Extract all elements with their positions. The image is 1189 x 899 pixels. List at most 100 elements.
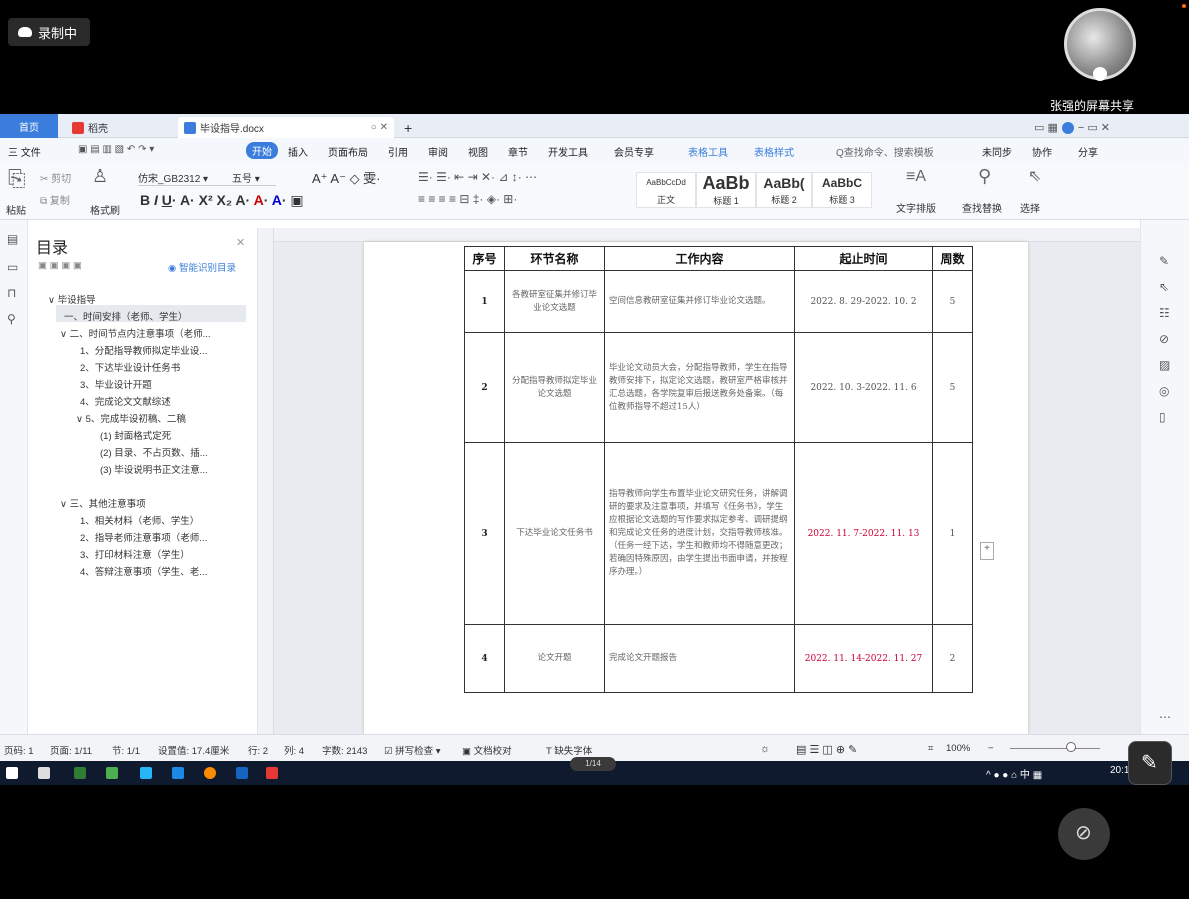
pen-icon[interactable]: ✎ <box>1159 254 1169 268</box>
settings-sliders-icon[interactable]: ☷ <box>1159 306 1170 320</box>
nav-item[interactable]: 1、分配指导教师拟定毕业设... <box>80 343 207 357</box>
text-layout-icon[interactable]: ≡A <box>906 168 926 186</box>
format-painter-icon[interactable]: ♙ <box>92 166 108 187</box>
nav-item[interactable]: ∨ 二、时间节点内注意事项（老师... <box>60 326 211 340</box>
presenter-avatar[interactable] <box>1064 8 1136 81</box>
location-icon[interactable]: ◎ <box>1159 384 1169 398</box>
style-heading1[interactable]: AaBb 标题 1 <box>696 172 756 208</box>
spell-check-toggle[interactable]: ☑ 拼写检查 ▾ <box>384 743 441 757</box>
cell-weeks[interactable]: 5 <box>932 332 973 443</box>
find-replace-button[interactable]: 查找替换 <box>962 200 1002 215</box>
quick-access-icons[interactable]: ▣ ▤ ▥ ▧ ↶ ↷ ▾ <box>78 144 154 155</box>
nav-item[interactable]: 3、毕业设计开题 <box>80 377 152 391</box>
cell-weeks[interactable]: 5 <box>932 270 973 333</box>
cell-weeks[interactable]: 2 <box>932 624 973 693</box>
system-tray[interactable]: ^ ● ● ⌂ 中 ▦ <box>986 766 1066 781</box>
nav-item[interactable]: 一、时间安排（老师、学生） <box>64 309 188 323</box>
menu-start[interactable]: 开始 <box>246 142 278 159</box>
taskbar-wps-icon[interactable] <box>266 767 278 779</box>
nav-item[interactable]: 3、打印材料注意（学生） <box>80 547 190 561</box>
cell-period[interactable]: 2022. 8. 29-2022. 10. 2 <box>794 270 933 333</box>
cell-period[interactable]: 2022. 11. 7-2022. 11. 13 <box>794 442 933 625</box>
schedule-table[interactable]: 序号 环节名称 工作内容 起止时间 周数 1 各教研室征集并修订毕业论文选题 空… <box>464 246 973 693</box>
menu-file[interactable]: 三 文件 <box>8 144 41 159</box>
tab-document[interactable]: 毕设指导.docx ○ ✕ <box>178 117 394 138</box>
zoom-slider-thumb[interactable] <box>1066 742 1076 752</box>
smart-toc-button[interactable]: ◉ 智能识别目录 <box>168 260 236 274</box>
taskbar-app-icon[interactable] <box>74 767 86 779</box>
tab-docer[interactable]: 稻壳 <box>66 117 176 138</box>
mute-mic-button[interactable]: ⊘ <box>1058 808 1110 860</box>
taskbar-app-icon[interactable] <box>172 767 184 779</box>
cell-content[interactable]: 毕业论文动员大会，分配指导教师，学生在指导教师安排下，拟定论文选题，教研室严格审… <box>604 332 795 443</box>
annotate-pen-button[interactable]: ✎ <box>1128 741 1172 785</box>
zoom-out-button[interactable]: − <box>988 743 994 754</box>
taskbar-app-icon[interactable] <box>38 767 50 779</box>
nav-item[interactable]: (2) 目录、不占页数、插... <box>100 445 208 459</box>
close-nav-icon[interactable]: ✕ <box>236 236 245 249</box>
list-tools[interactable]: ☰· ☰· ⇤ ⇥ ✕· ⊿ ↕· ⋯ <box>418 170 537 184</box>
window-controls[interactable]: ▭ ▦ − ▭ ✕ <box>1028 117 1116 138</box>
command-search[interactable]: Q查找命令、搜索模板 <box>836 144 934 159</box>
nav-item[interactable]: 4、完成论文文献综述 <box>80 394 171 408</box>
view-mode-icons[interactable]: ▤ ☰ ◫ ⊕ ✎ <box>796 743 857 756</box>
sync-status[interactable]: 未同步 <box>982 144 1012 159</box>
cut-button[interactable]: ✂ 剪切 <box>40 170 71 185</box>
cell-period[interactable]: 2022. 10. 3-2022. 11. 6 <box>794 332 933 443</box>
zoom-slider[interactable] <box>1010 748 1100 749</box>
collaborate-button[interactable]: 协作 <box>1032 144 1052 159</box>
taskbar-app-icon[interactable] <box>236 767 248 779</box>
menu-chapter[interactable]: 章节 <box>508 144 528 159</box>
cell-content[interactable]: 完成论文开题报告 <box>604 624 795 693</box>
style-heading2[interactable]: AaBb(标题 2 <box>756 172 812 208</box>
nav-item[interactable]: (3) 毕设说明书正文注意... <box>100 462 208 476</box>
nav-item[interactable]: 2、指导老师注意事项（老师... <box>80 530 207 544</box>
cell-content[interactable]: 指导教师向学生布置毕业论文研究任务，讲解调研的要求及注意事项，并填写《任务书》，… <box>604 442 795 625</box>
cell-stage[interactable]: 论文开题 <box>504 624 605 693</box>
font-size-tools[interactable]: A⁺ A⁻ ◇ 雯· <box>312 168 381 187</box>
tab-home[interactable]: 首页 <box>0 114 58 138</box>
search-panel-icon[interactable]: ⚲ <box>7 312 16 326</box>
text-layout-button[interactable]: 文字排版 <box>896 200 936 215</box>
missing-font-button[interactable]: T 缺失字体 <box>546 743 592 757</box>
toc-panel-icon[interactable]: ▤ <box>7 232 18 246</box>
nav-item[interactable]: (1) 封面格式定死 <box>100 428 171 442</box>
select-button[interactable]: 选择 <box>1020 200 1040 215</box>
menu-review[interactable]: 审阅 <box>428 144 448 159</box>
nav-item[interactable]: ∨ 毕设指导 <box>48 292 96 306</box>
cell-stage[interactable]: 各教研室征集并修订毕业论文选题 <box>504 270 605 333</box>
nav-item[interactable]: 4、答辩注意事项（学生、老... <box>80 564 207 578</box>
search-icon[interactable]: ⚲ <box>978 166 991 187</box>
add-column-button[interactable]: + <box>980 542 994 560</box>
paragraph-tools[interactable]: ≡ ≡ ≡ ≡ ⊟ ‡· ◈· ⊞· <box>418 192 517 206</box>
zoom-fit-icon[interactable]: ⌗ <box>928 743 933 754</box>
font-select[interactable]: 仿宋_GB2312 ▾ <box>138 170 234 186</box>
share-button[interactable]: 分享 <box>1078 144 1098 159</box>
new-tab-icon[interactable]: + <box>398 117 418 138</box>
bookmark-icon[interactable]: ⊓ <box>7 286 16 300</box>
recording-indicator[interactable]: 录制中 <box>8 18 90 46</box>
menu-insert[interactable]: 插入 <box>288 144 308 159</box>
nav-item[interactable]: 2、下达毕业设计任务书 <box>80 360 180 374</box>
close-tab-icon[interactable]: ○ ✕ <box>371 122 388 133</box>
taskbar-app-icon[interactable] <box>204 767 216 779</box>
select-cursor-icon[interactable]: ⇖ <box>1028 166 1041 186</box>
help-icon[interactable]: ⊘ <box>1159 332 1169 346</box>
copy-button[interactable]: ⧉ 复制 <box>40 192 70 207</box>
cell-stage[interactable]: 分配指导教师拟定毕业论文选题 <box>504 332 605 443</box>
nav-item[interactable]: ∨ 5、完成毕设初稿、二稿 <box>76 411 186 425</box>
layout-icon[interactable]: ▯ <box>1159 410 1166 424</box>
nav-level-buttons[interactable]: ▣ ▣ ▣ ▣ <box>38 260 82 271</box>
taskbar-app-icon[interactable] <box>106 767 118 779</box>
pointer-icon[interactable]: ⇖ <box>1159 280 1169 294</box>
menu-view[interactable]: 视图 <box>468 144 488 159</box>
paste-icon[interactable]: ⎘ <box>8 166 26 192</box>
font-format-tools[interactable]: B I U· A· X² X₂ A· A· A· ▣ <box>140 192 304 209</box>
menu-references[interactable]: 引用 <box>388 144 408 159</box>
nav-item[interactable]: ∨ 三、其他注意事项 <box>60 496 146 510</box>
status-words[interactable]: 字数: 2143 <box>322 743 367 757</box>
cell-content[interactable]: 空间信息教研室征集并修订毕业论文选题。 <box>604 270 795 333</box>
document-page[interactable]: 序号 环节名称 工作内容 起止时间 周数 1 各教研室征集并修订毕业论文选题 空… <box>364 242 1028 734</box>
style-normal[interactable]: AaBbCcDd 正文 <box>636 172 696 208</box>
eye-protect-icon[interactable]: ☼ <box>760 743 770 755</box>
